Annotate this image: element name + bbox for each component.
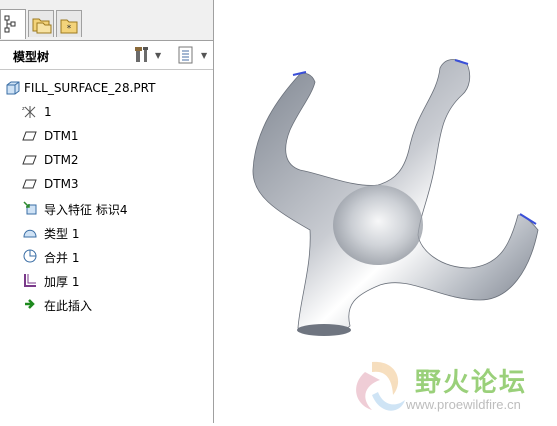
tree-item-label: 加厚 1 [44,275,80,289]
tree-item-label: 1 [44,105,52,119]
part-icon [6,81,20,95]
model-tree-header: 模型树 ▼ ▼ [0,41,213,70]
tree-root-item[interactable]: FILL_SURFACE_28.PRT [0,77,212,99]
model-tree-tab-icon [4,15,16,33]
settings-tools-button[interactable] [133,45,153,65]
list-icon [178,46,193,64]
tree-item-label: 合并 1 [44,251,80,265]
chevron-down-icon[interactable]: ▼ [155,51,161,60]
tree-item-label: DTM1 [44,129,79,143]
tools-icon [135,47,148,62]
tree-item-import-feature[interactable]: 导入特征 标识4 [0,197,212,219]
watermark-logo-icon [356,361,405,411]
folder-browser-tab-icon [32,18,52,34]
datum-plane-icon [22,131,37,141]
watermark-title: 野火论坛 [415,368,528,398]
tab-folder-browser[interactable] [28,10,54,37]
tree-item-dtm1[interactable]: DTM1 [0,125,212,147]
navigator-tabstrip: * [0,0,213,41]
model-hub-highlight [333,185,423,265]
thicken-icon [24,274,36,287]
tree-item-merge[interactable]: 合并 1 [0,245,212,267]
model-tree-panel: * 模型树 ▼ ▼ FILL_SURFACE_28.PRT z 1 DTM1 D… [0,0,214,423]
svg-text:*: * [67,24,72,34]
insert-here-arrow-icon [25,299,35,309]
watermark-url: www.proewildfire.cn [406,397,521,412]
import-feature-icon [23,201,37,215]
tree-item-dtm2[interactable]: DTM2 [0,149,212,171]
tree-item-label: DTM2 [44,153,79,167]
tree-item-label: 导入特征 标识4 [44,203,128,217]
tab-favorites[interactable]: * [56,10,82,37]
tree-item-label: 类型 1 [44,227,80,241]
show-menu-button[interactable] [176,45,196,65]
tree-item-type[interactable]: 类型 1 [0,221,212,243]
tree-item-label: DTM3 [44,177,79,191]
tab-model-tree[interactable] [0,9,26,39]
graphics-viewport[interactable] [214,0,557,423]
merge-icon [23,249,37,263]
arm-end-cap [297,324,351,336]
chevron-down-icon[interactable]: ▼ [201,51,207,60]
tree-item-label: 在此插入 [44,299,93,313]
favorites-tab-icon: * [60,19,78,34]
coordinate-system-icon: z [22,106,36,118]
tree-item-coordinate-system[interactable]: z 1 [0,101,212,123]
model-3d-render[interactable] [214,0,557,423]
datum-plane-icon [22,155,37,165]
tree-item-label: FILL_SURFACE_28.PRT [24,81,156,95]
tree-item-dtm3[interactable]: DTM3 [0,173,212,195]
panel-title: 模型树 [13,50,50,64]
svg-text:z: z [22,106,25,112]
tree-item-insert-here[interactable]: 在此插入 [0,293,212,315]
datum-plane-icon [22,179,37,189]
tree-item-thicken[interactable]: 加厚 1 [0,269,212,291]
surface-type-icon [23,229,37,238]
